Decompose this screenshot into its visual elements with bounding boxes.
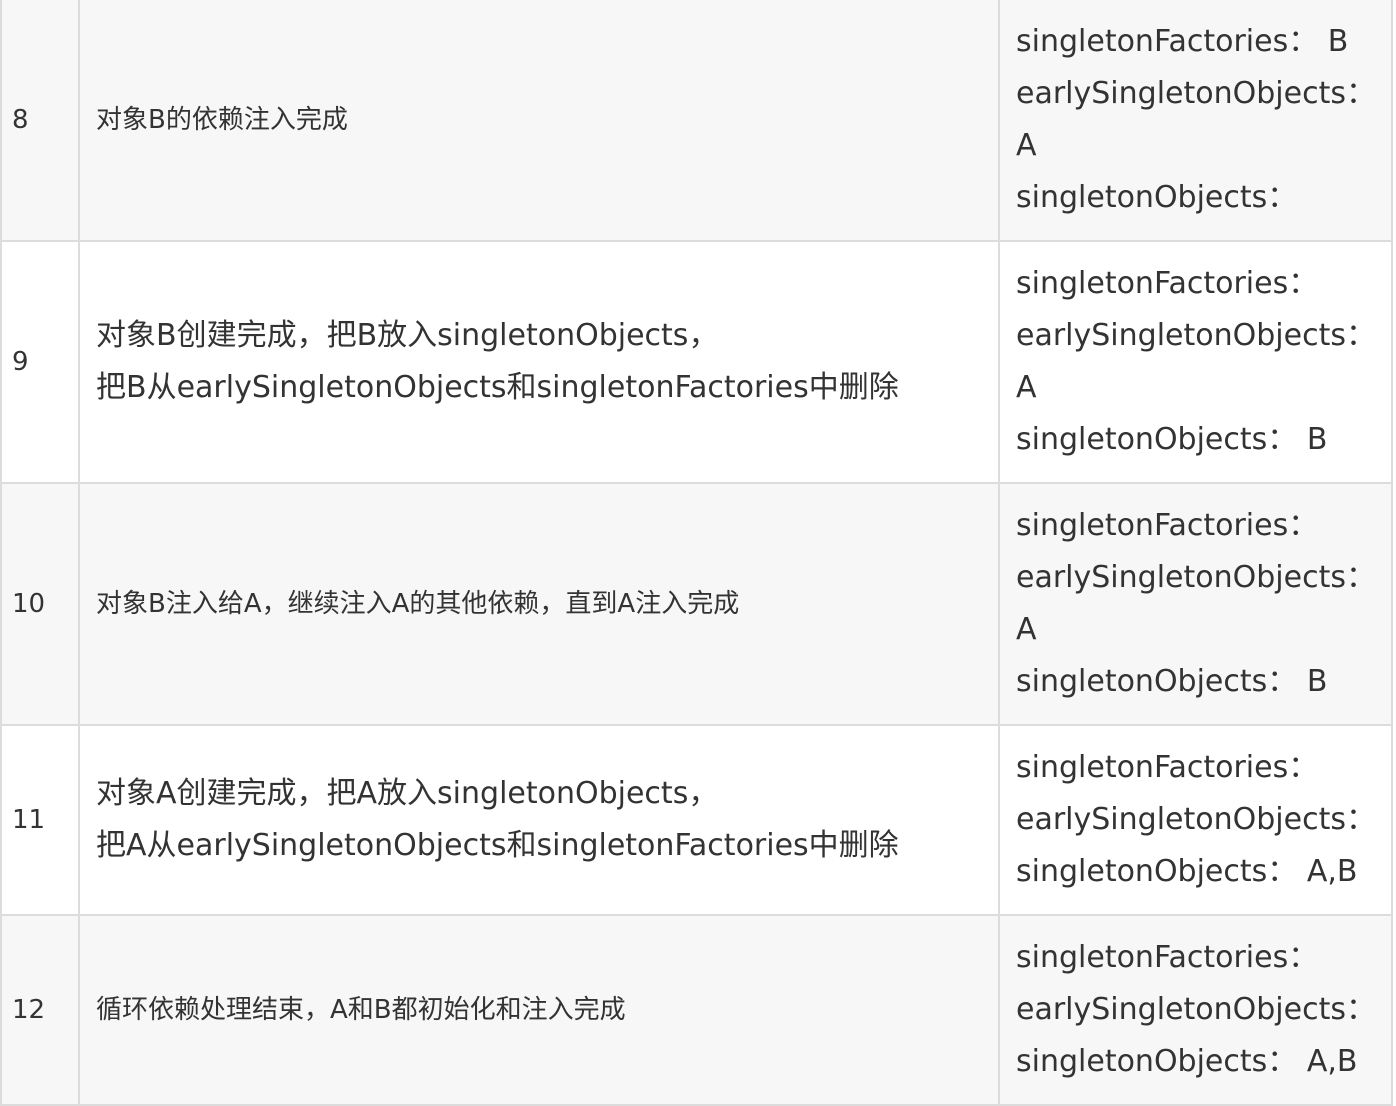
table-row: 10 对象B注入给A，继续注入A的其他依赖，直到A注入完成 singletonF… <box>2 484 1391 726</box>
step-number: 10 <box>2 484 80 724</box>
step-description: 对象B注入给A，继续注入A的其他依赖，直到A注入完成 <box>80 484 1000 724</box>
cache-state: singletonFactories： earlySingletonObject… <box>1000 484 1391 724</box>
step-description: 对象B的依赖注入完成 <box>80 0 1000 240</box>
description-line: 对象B创建完成，把B放入singletonObjects， <box>96 318 719 353</box>
state-line: A <box>1016 612 1037 647</box>
table-row: 12 循环依赖处理结束，A和B都初始化和注入完成 singletonFactor… <box>2 916 1391 1106</box>
state-line: earlySingletonObjects： <box>1016 992 1376 1027</box>
step-description: 对象A创建完成，把A放入singletonObjects， 把A从earlySi… <box>80 726 1000 914</box>
table-row: 8 对象B的依赖注入完成 singletonFactories： B early… <box>2 0 1391 242</box>
table-row: 9 对象B创建完成，把B放入singletonObjects， 把B从early… <box>2 242 1391 484</box>
state-line: singletonObjects： A,B <box>1016 854 1358 889</box>
state-line: singletonObjects： B <box>1016 664 1328 699</box>
state-line: A <box>1016 128 1037 163</box>
step-number: 8 <box>2 0 80 240</box>
state-line: A <box>1016 370 1037 405</box>
description-line: 把B从earlySingletonObjects和singletonFactor… <box>96 370 899 405</box>
state-line: singletonObjects： A,B <box>1016 1044 1358 1079</box>
step-number: 9 <box>2 242 80 482</box>
state-line: singletonFactories： <box>1016 266 1319 301</box>
state-line: earlySingletonObjects： <box>1016 76 1376 111</box>
state-line: singletonFactories： <box>1016 508 1319 543</box>
description-line: 对象A创建完成，把A放入singletonObjects， <box>96 776 719 811</box>
description-line: 循环依赖处理结束，A和B都初始化和注入完成 <box>96 995 626 1025</box>
state-line: singletonObjects： B <box>1016 422 1328 457</box>
state-line: singletonFactories： <box>1016 940 1319 975</box>
state-line: singletonObjects： <box>1016 180 1298 215</box>
description-line: 对象B的依赖注入完成 <box>96 105 348 135</box>
description-line: 对象B注入给A，继续注入A的其他依赖，直到A注入完成 <box>96 589 740 619</box>
cache-state: singletonFactories： B earlySingletonObje… <box>1000 0 1391 240</box>
cache-state: singletonFactories： earlySingletonObject… <box>1000 916 1391 1104</box>
description-line: 把A从earlySingletonObjects和singletonFactor… <box>96 828 899 863</box>
cache-state: singletonFactories： earlySingletonObject… <box>1000 242 1391 482</box>
state-table: 8 对象B的依赖注入完成 singletonFactories： B early… <box>0 0 1393 1106</box>
step-description: 对象B创建完成，把B放入singletonObjects， 把B从earlySi… <box>80 242 1000 482</box>
state-line: singletonFactories： <box>1016 750 1319 785</box>
table-row: 11 对象A创建完成，把A放入singletonObjects， 把A从earl… <box>2 726 1391 916</box>
step-number: 12 <box>2 916 80 1104</box>
state-line: earlySingletonObjects： <box>1016 802 1376 837</box>
state-line: singletonFactories： B <box>1016 24 1349 59</box>
step-number: 11 <box>2 726 80 914</box>
state-line: earlySingletonObjects： <box>1016 560 1376 595</box>
step-description: 循环依赖处理结束，A和B都初始化和注入完成 <box>80 916 1000 1104</box>
state-line: earlySingletonObjects： <box>1016 318 1376 353</box>
cache-state: singletonFactories： earlySingletonObject… <box>1000 726 1391 914</box>
